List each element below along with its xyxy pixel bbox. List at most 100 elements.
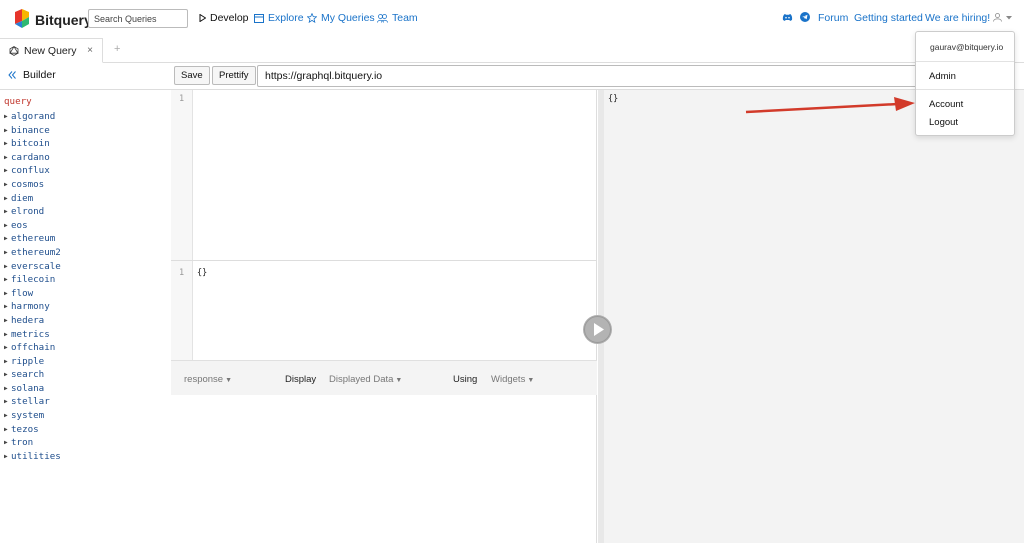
prettify-button[interactable]: Prettify	[212, 66, 256, 85]
close-tab-icon[interactable]: ×	[87, 45, 93, 56]
tree-item-elrond[interactable]: ▶ elrond	[4, 205, 61, 219]
telegram-icon[interactable]	[800, 12, 810, 22]
caret-down-icon: ▼	[527, 377, 535, 384]
tree-item-label: stellar	[11, 396, 50, 408]
expand-caret-icon[interactable]: ▶	[4, 436, 11, 450]
tree-item-everscale[interactable]: ▶ everscale	[4, 260, 61, 274]
expand-caret-icon[interactable]: ▶	[4, 124, 11, 138]
expand-caret-icon[interactable]: ▶	[4, 314, 11, 328]
nav-my-queries[interactable]: My Queries	[307, 12, 375, 24]
tree-item-label: system	[11, 410, 45, 422]
variables-editor[interactable]: {}	[197, 268, 592, 353]
tree-item-filecoin[interactable]: ▶ filecoin	[4, 273, 61, 287]
tree-item-label: binance	[11, 124, 50, 136]
add-tab-button[interactable]: +	[114, 43, 120, 55]
expand-caret-icon[interactable]: ▶	[4, 178, 11, 192]
tree-item-solana[interactable]: ▶ solana	[4, 382, 61, 396]
expand-caret-icon[interactable]: ▶	[4, 232, 11, 246]
expand-caret-icon[interactable]: ▶	[4, 260, 11, 274]
tree-item-label: utilities	[11, 450, 61, 462]
user-menu-toggle[interactable]	[993, 13, 1012, 22]
expand-caret-icon[interactable]: ▶	[4, 219, 11, 233]
double-chevron-left-icon	[8, 71, 16, 79]
expand-caret-icon[interactable]: ▶	[4, 246, 11, 260]
nav-develop[interactable]: Develop	[199, 12, 249, 24]
tree-item-flow[interactable]: ▶ flow	[4, 287, 61, 301]
expand-caret-icon[interactable]: ▶	[4, 423, 11, 437]
save-button[interactable]: Save	[174, 66, 210, 85]
tree-item-ethereum[interactable]: ▶ ethereum	[4, 232, 61, 246]
run-query-button[interactable]	[583, 315, 612, 344]
tree-item-binance[interactable]: ▶ binance	[4, 124, 61, 138]
expand-caret-icon[interactable]: ▶	[4, 328, 11, 342]
expand-caret-icon[interactable]: ▶	[4, 287, 11, 301]
expand-caret-icon[interactable]: ▶	[4, 164, 11, 178]
expand-caret-icon[interactable]: ▶	[4, 110, 11, 124]
response-dropdown[interactable]: response ▼	[184, 374, 232, 385]
builder-toggle[interactable]: Builder	[8, 69, 56, 81]
search-queries-input[interactable]	[88, 9, 188, 28]
endpoint-url-input[interactable]	[257, 65, 917, 87]
response-label: response	[184, 374, 224, 385]
tree-item-eos[interactable]: ▶ eos	[4, 219, 61, 233]
expand-caret-icon[interactable]: ▶	[4, 273, 11, 287]
tree-item-offchain[interactable]: ▶ offchain	[4, 341, 61, 355]
tree-item-cosmos[interactable]: ▶ cosmos	[4, 178, 61, 192]
expand-caret-icon[interactable]: ▶	[4, 151, 11, 165]
getting-started-link[interactable]: Getting started	[854, 12, 923, 24]
tree-item-algorand[interactable]: ▶ algorand	[4, 110, 61, 124]
annotation-arrow-icon	[745, 97, 915, 114]
tree-item-cardano[interactable]: ▶ cardano	[4, 151, 61, 165]
forum-link[interactable]: Forum	[818, 12, 848, 24]
tree-item-label: diem	[11, 192, 34, 204]
tree-item-label: elrond	[11, 206, 45, 218]
expand-caret-icon[interactable]: ▶	[4, 341, 11, 355]
menu-item-admin[interactable]: Admin	[929, 71, 956, 82]
tree-item-label: cardano	[11, 151, 50, 163]
expand-caret-icon[interactable]: ▶	[4, 137, 11, 151]
tree-item-stellar[interactable]: ▶ stellar	[4, 395, 61, 409]
editor-split[interactable]	[171, 260, 597, 261]
expand-caret-icon[interactable]: ▶	[4, 355, 11, 369]
tree-item-bitcoin[interactable]: ▶ bitcoin	[4, 137, 61, 151]
widgets-dropdown[interactable]: Widgets ▼	[491, 374, 534, 385]
user-dropdown-menu: gaurav@bitquery.io Admin Account Logout	[915, 31, 1015, 136]
expand-caret-icon[interactable]: ▶	[4, 192, 11, 206]
tree-item-hedera[interactable]: ▶ hedera	[4, 314, 61, 328]
tree-item-ripple[interactable]: ▶ ripple	[4, 355, 61, 369]
expand-caret-icon[interactable]: ▶	[4, 382, 11, 396]
brand-name[interactable]: Bitquery	[35, 12, 92, 28]
expand-caret-icon[interactable]: ▶	[4, 300, 11, 314]
discord-icon[interactable]	[782, 13, 793, 22]
tab-new-query[interactable]: New Query ×	[0, 38, 103, 63]
tree-root-query[interactable]: query	[4, 95, 61, 110]
expand-caret-icon[interactable]: ▶	[4, 409, 11, 423]
tree-item-label: harmony	[11, 301, 50, 313]
menu-item-account[interactable]: Account	[929, 99, 963, 110]
menu-item-logout[interactable]: Logout	[929, 117, 958, 128]
user-icon	[993, 13, 1002, 22]
caret-down-icon: ▼	[225, 377, 233, 384]
expand-caret-icon[interactable]: ▶	[4, 395, 11, 409]
bitquery-logo-icon[interactable]	[14, 9, 30, 28]
query-editor[interactable]	[197, 94, 592, 254]
expand-caret-icon[interactable]: ▶	[4, 450, 11, 464]
tree-item-ethereum2[interactable]: ▶ ethereum2	[4, 246, 61, 260]
tree-item-diem[interactable]: ▶ diem	[4, 192, 61, 206]
tree-item-search[interactable]: ▶ search	[4, 368, 61, 382]
tree-item-system[interactable]: ▶ system	[4, 409, 61, 423]
expand-caret-icon[interactable]: ▶	[4, 368, 11, 382]
nav-team[interactable]: Team	[377, 12, 418, 24]
hiring-link[interactable]: We are hiring!	[925, 12, 990, 24]
tree-item-harmony[interactable]: ▶ harmony	[4, 300, 61, 314]
tree-item-conflux[interactable]: ▶ conflux	[4, 164, 61, 178]
displayed-data-dropdown[interactable]: Displayed Data ▼	[329, 374, 402, 385]
displayed-data-label: Displayed Data	[329, 374, 394, 385]
nav-explore[interactable]: Explore	[254, 12, 304, 24]
tree-item-tezos[interactable]: ▶ tezos	[4, 423, 61, 437]
tree-item-utilities[interactable]: ▶ utilities	[4, 450, 61, 464]
tree-item-label: search	[11, 369, 45, 381]
tree-item-tron[interactable]: ▶ tron	[4, 436, 61, 450]
expand-caret-icon[interactable]: ▶	[4, 205, 11, 219]
tree-item-metrics[interactable]: ▶ metrics	[4, 328, 61, 342]
